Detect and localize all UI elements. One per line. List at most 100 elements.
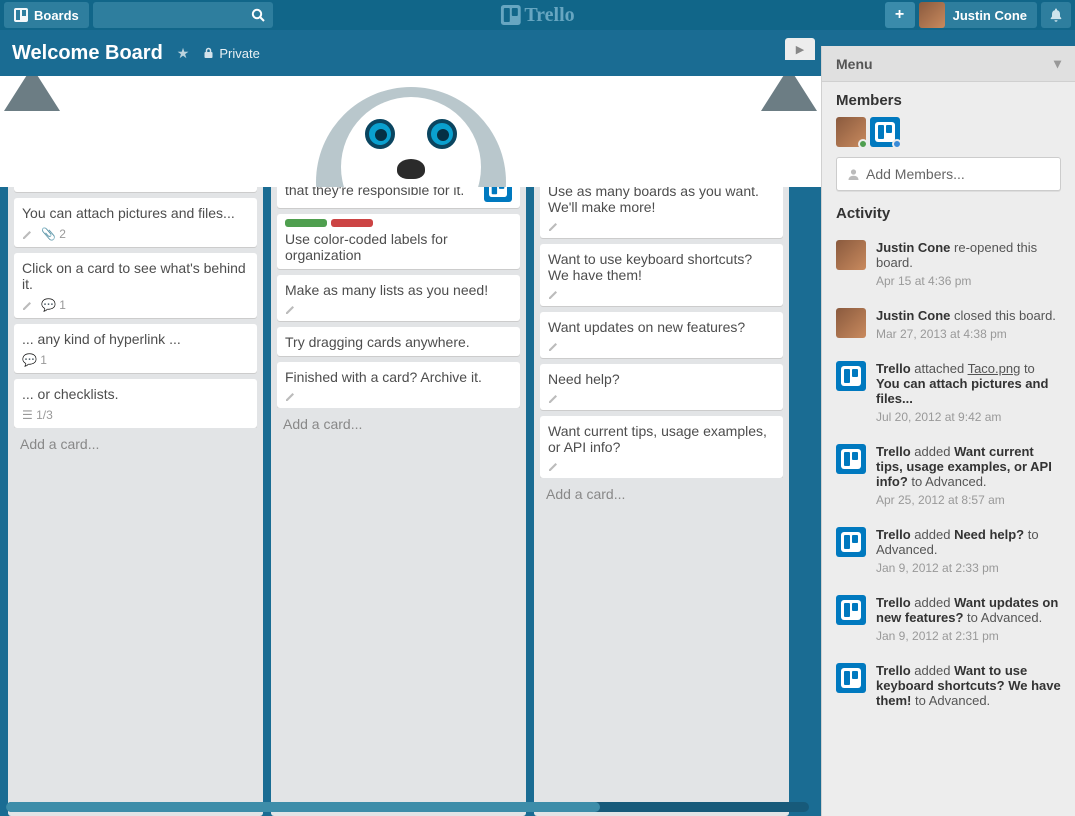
pencil-icon: [548, 341, 559, 352]
list: Intermediate◉Invite your team to this bo…: [271, 76, 526, 816]
activity-text: Trello added Need help? to Advanced.Jan …: [876, 527, 1061, 575]
member-avatars: [836, 117, 1061, 147]
activity-text: Justin Cone re-opened this board.Apr 15 …: [876, 240, 1061, 288]
card[interactable]: Click on a card to see what's behind it.…: [14, 253, 257, 318]
pencil-icon: [548, 221, 559, 232]
members-heading: Members: [836, 92, 1061, 109]
card-labels: [285, 219, 512, 227]
pencil-icon: [548, 393, 559, 404]
activity-time: Apr 15 at 4:36 pm: [876, 274, 1061, 288]
show-sidebar-tab[interactable]: ▶: [785, 38, 815, 60]
card-text: Need help?: [548, 371, 775, 387]
activity-item: Trello added Need help? to Advanced.Jan …: [836, 517, 1061, 585]
activity-text: Trello added Want updates on new feature…: [876, 595, 1061, 643]
card-label: [331, 219, 373, 227]
search-input[interactable]: [93, 2, 273, 28]
card[interactable]: You can attach pictures and files... 📎 2: [14, 198, 257, 247]
card-text: Click on a card to see what's behind it.: [22, 260, 249, 292]
card[interactable]: Want to use keyboard shortcuts? We have …: [540, 244, 783, 306]
activity-avatar: [836, 308, 866, 338]
members-section: Members Add Members...: [822, 82, 1075, 195]
card[interactable]: Need help?: [540, 364, 783, 410]
card[interactable]: Finished with a card? Archive it.: [277, 362, 520, 408]
activity-text: Trello attached Taco.png to You can atta…: [876, 361, 1061, 424]
activity-time: Jul 20, 2012 at 9:42 am: [876, 410, 1061, 424]
board-name[interactable]: Welcome Board: [12, 42, 163, 65]
scrollbar-thumb[interactable]: [6, 802, 600, 812]
trello-logo: Trello: [500, 4, 574, 27]
person-icon: [847, 168, 860, 181]
create-button[interactable]: +: [885, 2, 915, 28]
activity-time: Mar 27, 2013 at 4:38 pm: [876, 327, 1056, 341]
card-text: Want to use keyboard shortcuts? We have …: [548, 251, 775, 283]
boards-icon: [14, 8, 28, 22]
card[interactable]: Use color-coded labels for organization: [277, 214, 520, 269]
card[interactable]: ... any kind of hyperlink ... 💬 1: [14, 324, 257, 373]
activity-heading: Activity: [836, 205, 1061, 222]
member-avatar[interactable]: [870, 117, 900, 147]
card-text: Use as many boards as you want. We'll ma…: [548, 183, 775, 215]
lock-icon: [203, 47, 214, 59]
user-menu[interactable]: Justin Cone: [919, 2, 1037, 28]
card-text: Want current tips, usage examples, or AP…: [548, 423, 775, 455]
card-text: Use color-coded labels for organization: [285, 231, 512, 263]
card-text: Finished with a card? Archive it.: [285, 369, 512, 385]
sidebar-menu-header[interactable]: Menu ▾: [822, 46, 1075, 82]
activity-item: Trello added Want current tips, usage ex…: [836, 434, 1061, 517]
board-visibility[interactable]: Private: [203, 46, 259, 61]
global-header: Boards Trello + Justin Cone: [0, 0, 1075, 30]
user-name-label: Justin Cone: [953, 8, 1027, 23]
comment-badge: 💬 1: [22, 353, 47, 367]
card-text: ... any kind of hyperlink ...: [22, 331, 249, 347]
list: Advanced◉To learn more tricks, check out…: [534, 76, 789, 816]
card[interactable]: Make as many lists as you need!: [277, 275, 520, 321]
boards-button-label: Boards: [34, 8, 79, 23]
activity-text: Justin Cone closed this board.Mar 27, 20…: [876, 308, 1056, 341]
card-text: Make as many lists as you need!: [285, 282, 512, 298]
horizontal-scrollbar[interactable]: [6, 802, 809, 812]
sidebar: Menu ▾ Members Add Members... Activity J…: [821, 46, 1075, 816]
bell-icon: [1048, 7, 1064, 23]
card[interactable]: Want current tips, usage examples, or AP…: [540, 416, 783, 478]
board-canvas: Basics◉Welcome to Trello!This is a card.…: [0, 76, 821, 816]
pencil-icon: [22, 229, 33, 240]
card-label: [285, 219, 327, 227]
boards-button[interactable]: Boards: [4, 2, 89, 28]
notifications-button[interactable]: [1041, 2, 1071, 28]
activity-avatar: [836, 361, 866, 391]
activity-time: Apr 25, 2012 at 8:57 am: [876, 493, 1061, 507]
avatar: [919, 2, 945, 28]
trello-logo-icon: [500, 5, 520, 25]
activity-time: Jan 9, 2012 at 2:33 pm: [876, 561, 1061, 575]
card[interactable]: Want updates on new features?: [540, 312, 783, 358]
activity-item: Trello added Want updates on new feature…: [836, 585, 1061, 653]
card[interactable]: ... or checklists. ☰ 1/3: [14, 379, 257, 428]
card-text: You can attach pictures and files...: [22, 205, 249, 221]
add-members-button[interactable]: Add Members...: [836, 157, 1061, 191]
activity-item: Justin Cone closed this board.Mar 27, 20…: [836, 298, 1061, 351]
star-board-button[interactable]: ★: [177, 45, 190, 62]
pencil-icon: [22, 300, 33, 311]
activity-item: Trello added Want to use keyboard shortc…: [836, 653, 1061, 718]
list: Basics◉Welcome to Trello!This is a card.…: [8, 76, 263, 816]
activity-avatar: [836, 240, 866, 270]
chevron-down-icon: ▾: [1054, 55, 1061, 72]
search-icon: [251, 8, 265, 22]
card[interactable]: Try dragging cards anywhere.: [277, 327, 520, 356]
activity-avatar: [836, 663, 866, 693]
activity-section-header: Activity: [822, 195, 1075, 230]
activity-item: Justin Cone re-opened this board.Apr 15 …: [836, 230, 1061, 298]
header-right: + Justin Cone: [885, 2, 1071, 28]
pencil-icon: [285, 304, 296, 315]
card-text: Try dragging cards anywhere.: [285, 334, 512, 350]
member-avatar[interactable]: [836, 117, 866, 147]
checklist-badge: ☰ 1/3: [22, 408, 53, 422]
add-card-button[interactable]: Add a card...: [14, 428, 257, 456]
card-cover-image: [14, 108, 257, 187]
trello-icon: [875, 122, 895, 142]
add-card-button[interactable]: Add a card...: [540, 478, 783, 506]
add-card-button[interactable]: Add a card...: [277, 408, 520, 436]
card-text: ... or checklists.: [22, 386, 249, 402]
activity-avatar: [836, 595, 866, 625]
attachment-badge: 📎 2: [41, 227, 66, 241]
